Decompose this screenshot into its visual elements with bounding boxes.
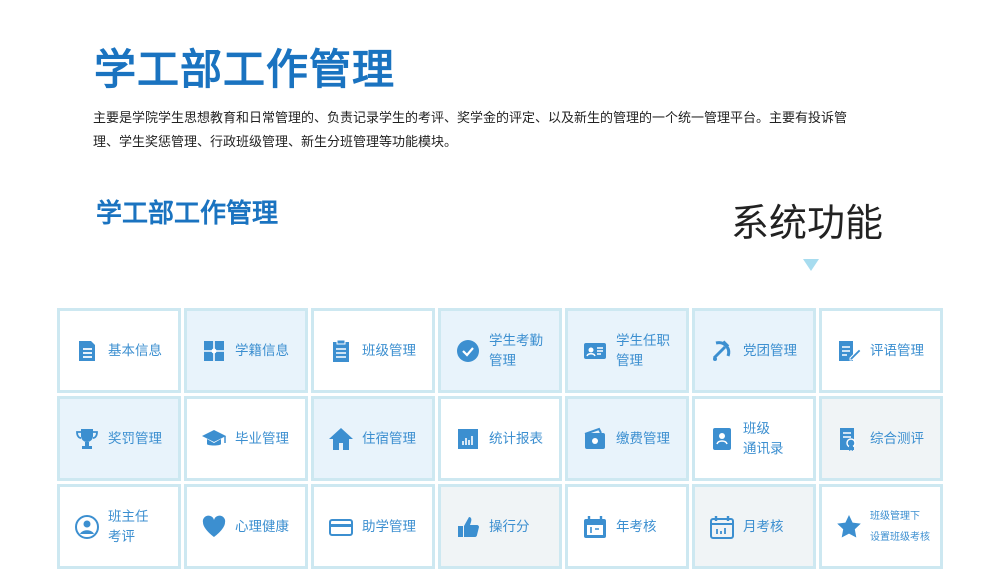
module-tile-conduct-score[interactable]: 操行分 [438, 484, 562, 569]
module-label: 综合测评 [870, 430, 924, 447]
module-grid: 基本信息 学籍信息 班级管理 学生考勤 管理 学生任职 管理 党团管理 评语管理… [57, 308, 947, 572]
module-label: 住宿管理 [362, 430, 416, 447]
module-tile-annual-assessment[interactable]: 年考核 [565, 484, 689, 569]
thumbs-up-icon [455, 514, 481, 540]
section-subtitle: 学工部工作管理 [96, 199, 279, 229]
module-tile-statistics[interactable]: 统计报表 [438, 396, 562, 481]
module-label: 班主任 考评 [108, 508, 149, 545]
module-tile-class-management[interactable]: 班级管理 [311, 308, 435, 393]
module-tile-enrollment-info[interactable]: 学籍信息 [184, 308, 308, 393]
edit-document-icon [836, 338, 862, 364]
wallet-icon [582, 426, 608, 452]
module-label: 班级管理 [362, 342, 416, 359]
module-label: 助学管理 [362, 518, 416, 535]
module-label: 学籍信息 [235, 342, 289, 359]
module-tile-payment[interactable]: 缴费管理 [565, 396, 689, 481]
check-circle-icon [455, 338, 481, 364]
module-tile-basic-info[interactable]: 基本信息 [57, 308, 181, 393]
module-tile-graduation[interactable]: 毕业管理 [184, 396, 308, 481]
module-label: 毕业管理 [235, 430, 289, 447]
module-tile-head-teacher-evaluation[interactable]: 班主任 考评 [57, 484, 181, 569]
module-tile-party-league[interactable]: 党团管理 [692, 308, 816, 393]
system-functions-title: 系统功能 [731, 201, 884, 245]
heart-icon [201, 514, 227, 540]
book-icon [201, 338, 227, 364]
home-icon [328, 426, 354, 452]
module-label: 缴费管理 [616, 430, 670, 447]
module-label: 统计报表 [489, 430, 543, 447]
graduation-cap-icon [201, 426, 227, 452]
credit-card-icon [328, 514, 354, 540]
module-label: 年考核 [616, 518, 657, 535]
module-tile-class-assessment-setup[interactable]: 班级管理下 设置班级考核 [819, 484, 943, 569]
module-label: 操行分 [489, 518, 530, 535]
module-label: 月考核 [743, 518, 784, 535]
clipboard-icon [328, 338, 354, 364]
module-label: 奖罚管理 [108, 430, 162, 447]
module-tile-comments[interactable]: 评语管理 [819, 308, 943, 393]
module-label: 班级 通讯录 [743, 420, 784, 457]
module-label: 班级管理下 设置班级考核 [870, 510, 930, 543]
module-label: 基本信息 [108, 342, 162, 359]
id-card-icon [582, 338, 608, 364]
module-tile-monthly-assessment[interactable]: 月考核 [692, 484, 816, 569]
hammer-sickle-icon [709, 338, 735, 364]
module-label: 评语管理 [870, 342, 924, 359]
trophy-icon [74, 426, 100, 452]
down-arrow-icon [803, 259, 819, 271]
module-tile-attendance[interactable]: 学生考勤 管理 [438, 308, 562, 393]
certificate-icon [836, 426, 862, 452]
document-icon [74, 338, 100, 364]
module-label: 学生考勤 管理 [489, 332, 543, 369]
person-circle-icon [74, 514, 100, 540]
module-tile-rewards-punishments[interactable]: 奖罚管理 [57, 396, 181, 481]
module-tile-class-contacts[interactable]: 班级 通讯录 [692, 396, 816, 481]
module-tile-dormitory[interactable]: 住宿管理 [311, 396, 435, 481]
module-tile-mental-health[interactable]: 心理健康 [184, 484, 308, 569]
calendar-chart-icon [709, 514, 735, 540]
calendar-icon [582, 514, 608, 540]
module-tile-financial-aid[interactable]: 助学管理 [311, 484, 435, 569]
module-tile-comprehensive-evaluation[interactable]: 综合测评 [819, 396, 943, 481]
module-label: 党团管理 [743, 342, 797, 359]
module-label: 学生任职 管理 [616, 332, 670, 369]
module-tile-student-positions[interactable]: 学生任职 管理 [565, 308, 689, 393]
page-description: 主要是学院学生思想教育和日常管理的、负责记录学生的考评、奖学金的评定、以及新生的… [93, 111, 848, 150]
bar-chart-icon [455, 426, 481, 452]
page-title: 学工部工作管理 [94, 45, 396, 94]
address-book-icon [709, 426, 735, 452]
star-icon [836, 514, 862, 540]
module-label: 心理健康 [235, 518, 289, 535]
